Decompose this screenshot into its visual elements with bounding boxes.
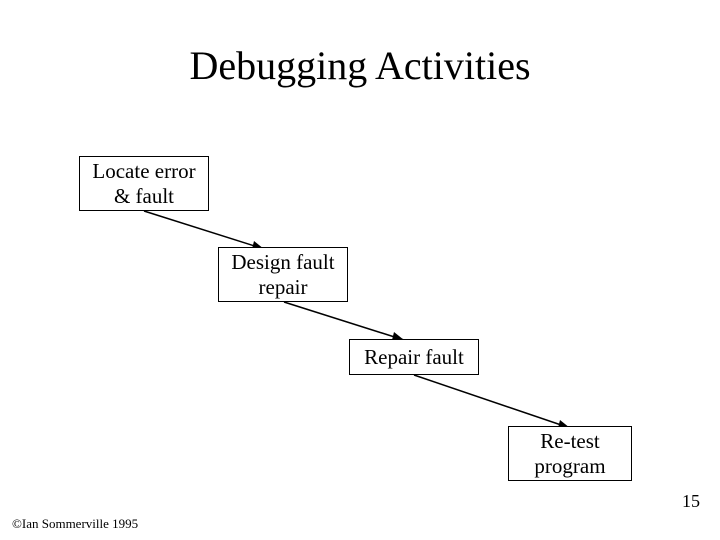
box-repair-fault-label: Repair fault [364, 345, 464, 369]
box-retest-program-label: Re-testprogram [534, 429, 605, 477]
box-design-repair: Design faultrepair [218, 247, 348, 302]
page-number: 15 [682, 491, 700, 512]
box-repair-fault: Repair fault [349, 339, 479, 375]
copyright: ©Ian Sommerville 1995 [12, 516, 138, 532]
slide-title: Debugging Activities [0, 42, 720, 89]
box-locate-error-label: Locate error& fault [92, 159, 195, 207]
slide: Debugging Activities Locate error& fault… [0, 0, 720, 540]
box-locate-error: Locate error& fault [79, 156, 209, 211]
box-retest-program: Re-testprogram [508, 426, 632, 481]
box-design-repair-label: Design faultrepair [231, 250, 334, 298]
